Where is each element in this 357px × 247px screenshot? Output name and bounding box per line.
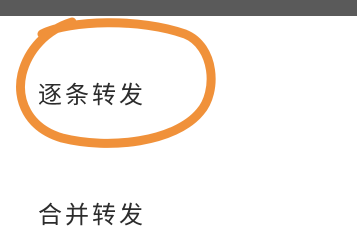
combine-and-forward-option[interactable]: 合并转发 (0, 184, 357, 244)
forward-one-by-one-label: 逐条转发 (38, 81, 146, 109)
backdrop-strip (0, 0, 357, 16)
forward-one-by-one-option[interactable]: 逐条转发 (0, 66, 357, 126)
combine-and-forward-label: 合并转发 (38, 201, 146, 229)
forward-options-sheet: 逐条转发 合并转发 (0, 16, 357, 247)
